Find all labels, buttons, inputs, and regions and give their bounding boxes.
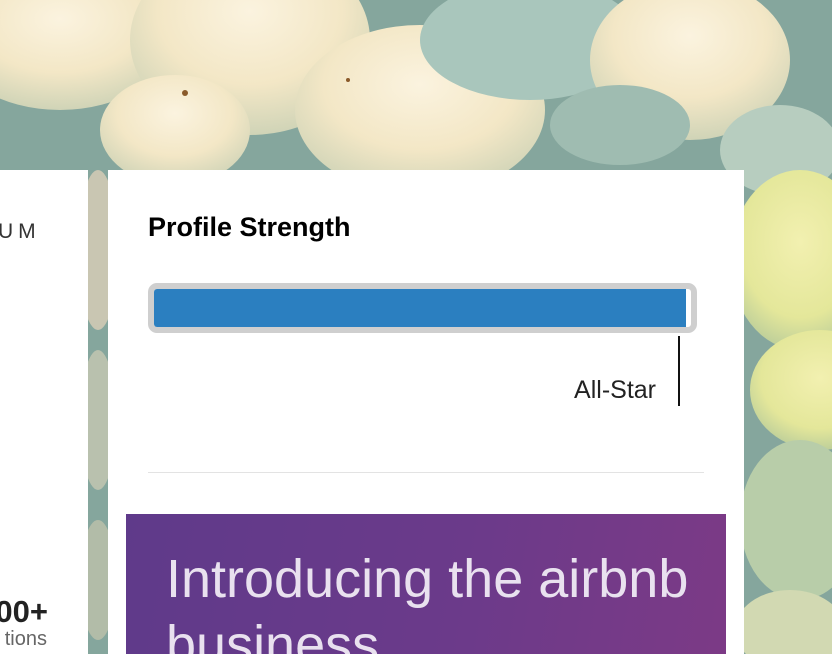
divider — [148, 472, 704, 473]
ad-banner[interactable]: Introducing the airbnb business — [126, 514, 726, 654]
profile-strength-card: Profile Strength All-Star Introducing th… — [108, 170, 744, 654]
profile-strength-title: Profile Strength — [148, 212, 351, 242]
ad-text: Introducing the airbnb business — [166, 549, 689, 654]
stat-label: tions — [4, 628, 47, 650]
brand-text: UM — [0, 220, 41, 243]
profile-strength-meter[interactable] — [148, 283, 697, 333]
adjacent-card: UM 00+ tions — [0, 170, 88, 654]
level-marker — [678, 336, 680, 406]
profile-strength-meter-fill — [154, 289, 686, 327]
stat-number: 00+ — [0, 594, 48, 629]
level-label: All-Star — [574, 376, 656, 404]
